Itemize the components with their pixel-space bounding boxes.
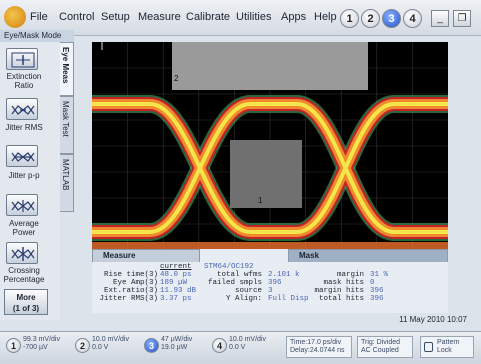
jitter-rms-icon xyxy=(11,105,35,115)
scope-display[interactable]: 2 1 xyxy=(92,42,448,251)
failed-smpls-value: 396 xyxy=(268,279,282,287)
current-header: current xyxy=(160,263,192,271)
ch2-scale[interactable]: 10.0 mV/div 0.0 V xyxy=(92,336,129,352)
status-row: 11 May 2010 10:07 xyxy=(92,313,481,326)
rise-time-label: Rise time(3) xyxy=(103,271,158,279)
menu-calibrate[interactable]: Calibrate xyxy=(186,11,230,23)
menu-utilities[interactable]: Utilities xyxy=(236,11,271,23)
total-wfms-value: 2.101 k xyxy=(268,271,300,279)
more-button[interactable]: More (1 of 3) xyxy=(4,289,48,315)
jitter-rms-label: Jitter RMS xyxy=(5,123,43,132)
y-align-label: Y Align: xyxy=(225,295,262,303)
mask-label-1: 1 xyxy=(258,196,263,205)
more-label: More xyxy=(16,293,36,302)
channel-2-button[interactable]: 2 xyxy=(361,9,380,28)
eye-diagram xyxy=(92,42,448,251)
crossing-percentage-button[interactable] xyxy=(6,242,38,264)
margin-label: margin xyxy=(336,271,364,279)
mask-name: STM64/OC192 xyxy=(204,263,254,271)
ext-ratio-value: 11.93 dB xyxy=(160,287,197,295)
average-power-label: Average Power xyxy=(9,219,39,237)
source-value: 3 xyxy=(268,287,273,295)
oscilloscope-window: File Control Setup Measure Calibrate Uti… xyxy=(0,0,481,364)
ch2-indicator[interactable]: 2 xyxy=(75,338,90,353)
menu-file[interactable]: File xyxy=(30,11,48,23)
tab-mask[interactable]: Mask xyxy=(288,249,448,262)
restore-button[interactable]: ❐ xyxy=(453,10,471,27)
margin-value: 31 % xyxy=(370,271,389,279)
pattern-lock-button[interactable]: Pattern Lock xyxy=(420,336,474,358)
total-hits-label: total hits xyxy=(318,295,364,303)
ch1-indicator[interactable]: 1 xyxy=(6,338,21,353)
average-power-icon xyxy=(11,200,35,212)
menu-apps[interactable]: Apps xyxy=(281,11,306,23)
source-label: source xyxy=(234,287,262,295)
extinction-ratio-label: Extinction Ratio xyxy=(6,72,42,90)
y-align-value: Full Disp xyxy=(268,295,309,303)
mask-hits-label: mask hits xyxy=(323,279,364,287)
crossing-percentage-icon xyxy=(11,247,35,261)
channel-4-button[interactable]: 4 xyxy=(403,9,422,28)
total-wfms-label: total wfms xyxy=(216,271,262,279)
channel-3-button[interactable]: 3 xyxy=(382,9,401,28)
mask-label-2: 2 xyxy=(174,74,179,83)
extinction-ratio-icon xyxy=(11,52,35,68)
channel-1-button[interactable]: 1 xyxy=(340,9,359,28)
jitter-pp-icon xyxy=(11,152,35,162)
menu-measure[interactable]: Measure xyxy=(138,11,181,23)
measure-panel: Measure Mask current Rise time(3) 48.0 p… xyxy=(92,249,448,313)
minimize-button[interactable]: _ xyxy=(431,10,449,27)
ch3-scale[interactable]: 47 µW/div 19.0 µW xyxy=(161,336,192,352)
extinction-ratio-button[interactable] xyxy=(6,48,38,70)
ch4-scale[interactable]: 10.0 mV/div 0.0 V xyxy=(229,336,266,352)
tab-eye-meas[interactable]: Eye Meas xyxy=(60,42,74,96)
mask-region-top xyxy=(172,42,368,90)
ch3-indicator[interactable]: 3 xyxy=(144,338,159,353)
rise-time-value: 48.0 ps xyxy=(160,271,192,279)
timebase-box[interactable]: Time:17.0 ps/div Delay:24.0744 ns xyxy=(286,336,352,358)
eye-amp-label: Eye Amp(3) xyxy=(112,279,158,287)
date-time: 11 May 2010 10:07 xyxy=(399,315,467,324)
bottom-status-bar: 1 99.3 mV/div -700 µV 2 10.0 mV/div 0.0 V … xyxy=(0,331,481,364)
trigger-box[interactable]: Trig: Divided AC Coupled xyxy=(357,336,413,358)
jitter-rms-meas-label: Jitter RMS(3) xyxy=(99,295,158,303)
menu-setup[interactable]: Setup xyxy=(101,11,130,23)
more-page-label: (1 of 3) xyxy=(12,304,40,313)
ch1-scale[interactable]: 99.3 mV/div -700 µV xyxy=(23,336,60,352)
tab-measure[interactable]: Measure xyxy=(92,249,200,262)
eye-amp-value: 189 µW xyxy=(160,279,188,287)
ext-ratio-label: Ext.ratio(3) xyxy=(103,287,158,295)
margin-hits-value: 396 xyxy=(370,287,384,295)
jitter-pp-label: Jitter p-p xyxy=(8,171,40,180)
panel-title: Eye/Mask Mode xyxy=(0,30,74,42)
menu-help[interactable]: Help xyxy=(314,11,337,23)
lock-icon xyxy=(424,342,433,352)
average-power-button[interactable] xyxy=(6,194,38,216)
jitter-rms-button[interactable] xyxy=(6,98,38,120)
failed-smpls-label: failed smpls xyxy=(207,279,262,287)
app-logo-icon xyxy=(4,6,26,28)
total-hits-value: 396 xyxy=(370,295,384,303)
jitter-rms-meas-value: 3.37 ps xyxy=(160,295,192,303)
menu-control[interactable]: Control xyxy=(59,11,94,23)
mask-hits-value: 0 xyxy=(370,279,375,287)
mask-region-center xyxy=(230,140,302,208)
margin-hits-label: margin hits xyxy=(314,287,364,295)
measurement-panel: Extinction Ratio Jitter RMS Jitter p-p A… xyxy=(0,42,60,320)
tab-mask-test[interactable]: Mask Test xyxy=(60,96,74,154)
tab-matlab[interactable]: MATLAB xyxy=(60,154,74,212)
ch4-indicator[interactable]: 4 xyxy=(212,338,227,353)
jitter-pp-button[interactable] xyxy=(6,145,38,167)
crossing-percentage-label: Crossing Percentage xyxy=(3,266,45,284)
